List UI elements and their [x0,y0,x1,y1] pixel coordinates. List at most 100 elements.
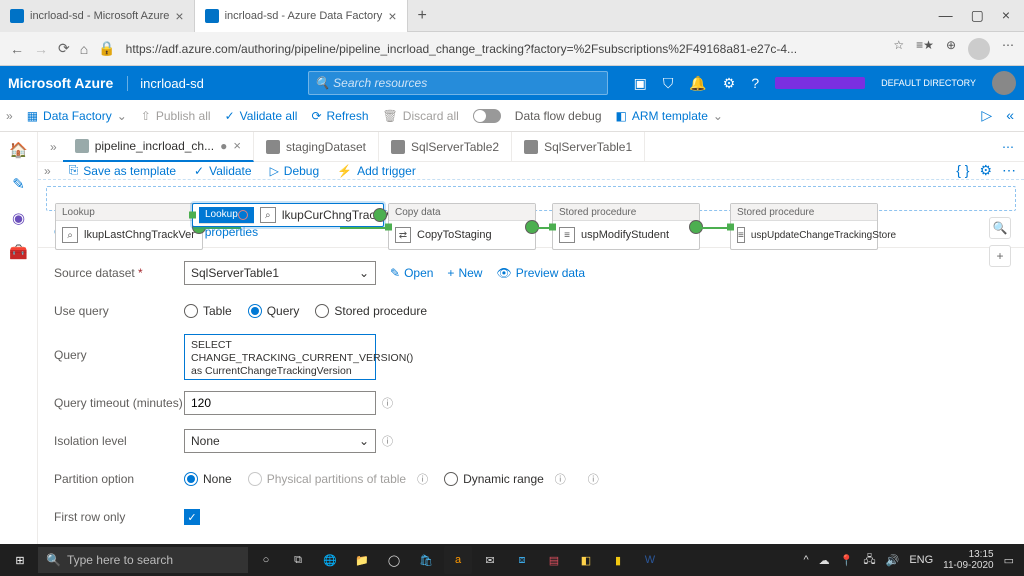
settings-icon[interactable]: ⚙ [979,162,992,179]
app-vscode-icon[interactable]: ⧈ [508,546,536,574]
task-view-icon[interactable]: ⧉ [284,546,312,574]
browser-tab-azure-portal[interactable]: incrload-sd - Microsoft Azure × [0,0,195,32]
query-textarea[interactable]: SELECT CHANGE_TRACKING_CURRENT_VERSION()… [184,334,376,380]
refresh-icon[interactable]: ⟳ [58,40,70,57]
clock[interactable]: 13:1511-09-2020 [943,549,993,571]
radio-partition-none[interactable]: None [184,472,232,486]
info-icon[interactable]: ⓘ [382,433,393,449]
discard-all-button[interactable]: 🗑Discard all [383,109,459,123]
network-icon[interactable]: 🖧 [863,551,875,570]
canvas-add-button[interactable]: + [989,245,1011,267]
collections-icon[interactable]: ⊕ [946,38,956,60]
forward-icon[interactable]: → [34,41,48,57]
volume-icon[interactable]: 🔊 [886,554,900,567]
address-bar[interactable]: https://adf.azure.com/authoring/pipeline… [126,42,884,56]
tabs-collapse-icon[interactable]: » [44,140,63,154]
collapse-left-icon[interactable]: » [6,109,13,123]
start-button[interactable]: ⊞ [6,546,34,574]
input-handle[interactable] [727,223,734,230]
activity-lookup-current[interactable]: Lookup ⌕lkupCurChngTrackVer 🗑{}⧉⊕ [192,203,384,227]
tab-overflow-icon[interactable]: ⋯ [992,140,1024,154]
app-sql-icon[interactable]: ▤ [540,546,568,574]
preview-data-link[interactable]: 👁Preview data [496,266,585,280]
pipeline-canvas[interactable]: Lookup ⌕lkupLastChngTrackVer Lookup ⌕lku… [46,186,1016,211]
close-tab-icon[interactable]: × [233,138,241,153]
app-word-icon[interactable]: W [636,546,664,574]
directory-filter-icon[interactable]: ⛉ [663,75,674,92]
debug-button[interactable]: ▷Debug [270,164,320,178]
activity-lookup-last[interactable]: Lookup ⌕lkupLastChngTrackVer [55,203,203,250]
browser-tab-adf[interactable]: incrload-sd - Azure Data Factory × [195,0,408,32]
add-trigger-button[interactable]: ⚡Add trigger [337,164,416,178]
monitor-nav-icon[interactable]: ◉ [9,208,29,228]
maximize-icon[interactable]: ▢ [971,7,984,24]
code-view-icon[interactable]: { } [956,162,969,179]
back-icon[interactable]: ← [10,41,24,57]
input-handle[interactable] [385,223,392,230]
radio-partition-dynamic[interactable]: Dynamic rangeⓘ [444,471,566,487]
info-icon[interactable]: ⓘ [588,471,599,487]
close-icon[interactable]: × [175,8,183,24]
favorites-bar-icon[interactable]: ≡★ [916,38,934,60]
output-handle[interactable] [373,208,387,222]
tab-dataset-sql2[interactable]: SqlServerTable2 [379,132,512,162]
app-store-icon[interactable]: 🛍 [412,546,440,574]
radio-table[interactable]: Table [184,304,232,318]
isolation-select[interactable]: None⌄ [184,429,376,453]
activity-sproc-update[interactable]: Stored procedure ≡uspUpdateChangeTrackin… [730,203,878,250]
overflow-icon[interactable]: ⋯ [1002,162,1016,179]
app-edge-icon[interactable]: 🌐 [316,546,344,574]
resource-name[interactable]: incrload-sd [127,76,204,91]
arm-template-dropdown[interactable]: ◧ARM template⌄ [616,109,723,123]
app-chrome-icon[interactable]: ◯ [380,546,408,574]
tab-pipeline[interactable]: pipeline_incrload_ch... ● × [63,132,254,162]
save-template-button[interactable]: ⎘Save as template [69,163,176,178]
close-window-icon[interactable]: × [1002,7,1010,24]
cloud-shell-icon[interactable]: ▣ [634,75,647,92]
publish-all-button[interactable]: ⇧Publish all [141,109,211,123]
author-nav-icon[interactable]: ✎ [9,174,29,194]
app-powerbi-icon[interactable]: ▮ [604,546,632,574]
home-nav-icon[interactable]: 🏠 [9,140,29,160]
first-row-checkbox[interactable]: ✓ [184,509,200,525]
language-indicator[interactable]: ENG [909,554,933,566]
input-handle[interactable] [549,223,556,230]
collapse-right-icon[interactable]: « [1006,107,1014,124]
tab-dataset-staging[interactable]: stagingDataset [254,132,379,162]
source-dataset-select[interactable]: SqlServerTable1⌄ [184,261,376,285]
activities-collapse-icon[interactable]: » [44,164,51,178]
action-center-icon[interactable]: ▭ [1004,554,1014,567]
app-mail-icon[interactable]: ✉ [476,546,504,574]
onedrive-icon[interactable]: ☁ [819,554,830,567]
run-icon[interactable]: ▷ [981,107,992,124]
validate-all-button[interactable]: ✓Validate all [225,109,298,123]
home-icon[interactable]: ⌂ [80,41,88,57]
info-icon[interactable]: ⓘ [382,395,393,411]
tab-dataset-sql1[interactable]: SqlServerTable1 [512,132,645,162]
refresh-button[interactable]: ⟳Refresh [311,109,368,123]
radio-query[interactable]: Query [248,304,300,318]
settings-icon[interactable]: ⚙ [723,75,736,92]
search-input[interactable]: 🔍 Search resources [308,71,608,95]
profile-avatar[interactable] [968,38,990,60]
new-tab-button[interactable]: + [408,7,437,25]
tray-overflow-icon[interactable]: ^ [803,554,808,566]
activity-sproc-modify[interactable]: Stored procedure ≡uspModifyStudent [552,203,700,250]
new-dataset-link[interactable]: +New [447,266,482,280]
cortana-icon[interactable]: ○ [252,546,280,574]
minimize-icon[interactable]: — [939,7,953,24]
help-icon[interactable]: ? [751,75,759,91]
data-flow-debug-toggle[interactable] [473,109,501,123]
open-dataset-link[interactable]: ✎Open [390,266,433,280]
notifications-icon[interactable]: 🔔 [689,75,706,92]
canvas-search-button[interactable]: 🔍 [989,217,1011,239]
input-handle[interactable] [189,212,196,219]
manage-nav-icon[interactable]: 🧰 [9,242,29,262]
close-icon[interactable]: × [388,8,396,24]
app-explorer-icon[interactable]: 📁 [348,546,376,574]
location-icon[interactable]: 📍 [840,554,854,567]
data-factory-dropdown[interactable]: ▦Data Factory⌄ [27,109,127,123]
taskbar-search[interactable]: 🔍Type here to search [38,547,248,573]
feedback-banner[interactable] [775,77,865,89]
app-ssms-icon[interactable]: ◧ [572,546,600,574]
